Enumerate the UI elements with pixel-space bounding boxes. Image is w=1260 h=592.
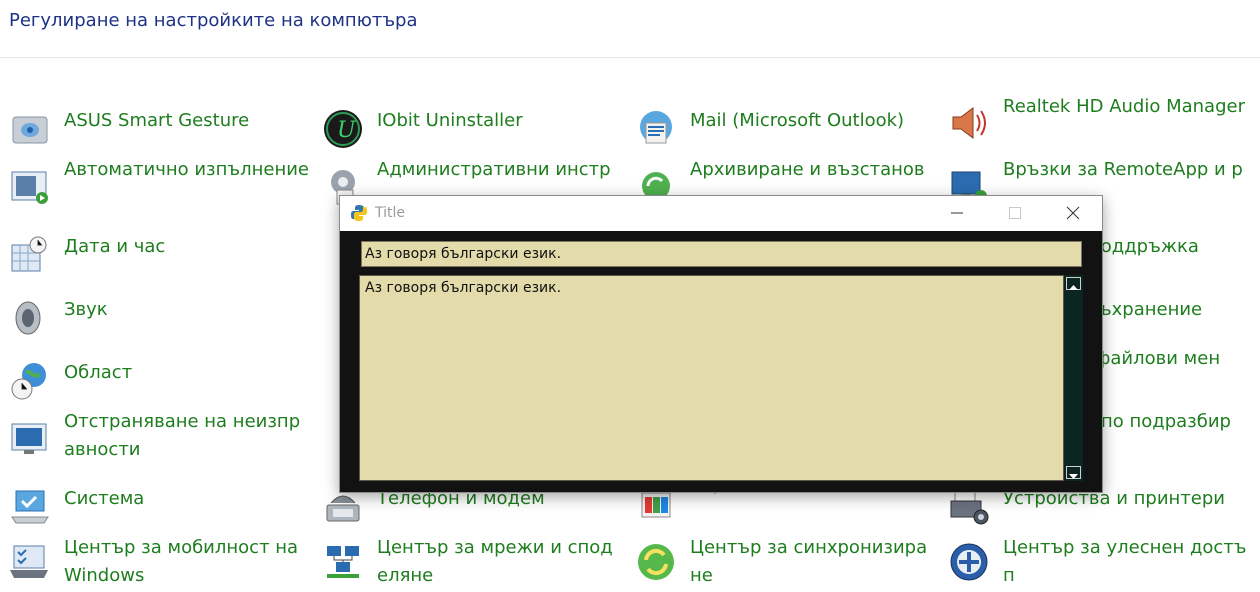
troubleshoot-icon	[10, 418, 52, 460]
mail-icon	[636, 109, 678, 151]
cp-item-label: Административни инстр	[377, 159, 611, 180]
cp-item-troubleshoot[interactable]: Отстраняване на неизправности	[10, 408, 310, 464]
cp-item-devices-printers[interactable]: Устройства и принтери	[949, 485, 1249, 541]
cp-item-label: файлови мен	[1095, 348, 1221, 369]
globe-clock-icon	[10, 361, 52, 403]
cp-item-label: Realtek HD Audio Manager	[1003, 96, 1245, 117]
autoplay-icon	[10, 166, 52, 208]
sync-center-icon	[636, 542, 678, 584]
cp-item-system[interactable]: Система	[10, 485, 310, 541]
phone-modem-icon	[323, 487, 365, 529]
window-client-area: Аз говоря български език. Аз говоря бълг…	[340, 231, 1102, 492]
cp-item-label: Архивиране и възстанов	[690, 159, 925, 180]
cp-item-mail[interactable]: Mail (Microsoft Outlook)	[636, 107, 936, 163]
maximize-icon	[1009, 207, 1021, 219]
cp-item-autoplay[interactable]: Автоматично изпълнение	[10, 156, 310, 212]
arrow-down-icon	[1069, 474, 1078, 479]
cp-item-sync-center[interactable]: Център за синхронизиране	[636, 534, 936, 590]
close-icon	[1066, 206, 1080, 220]
minimize-icon	[951, 212, 963, 214]
cp-item-phone-modem[interactable]: Телефон и модем	[323, 485, 623, 541]
calendar-clock-icon	[10, 235, 52, 277]
ease-of-access-icon	[949, 542, 991, 584]
scroll-down-button[interactable]	[1066, 466, 1081, 479]
vertical-scrollbar[interactable]	[1064, 275, 1083, 481]
cp-item-asus-smart-gesture[interactable]: ASUS Smart Gesture	[10, 107, 310, 163]
cp-item-label: Дата и час	[64, 236, 166, 257]
app-window: Title Аз говоря български език. Аз говор…	[339, 195, 1103, 493]
cp-item-sound[interactable]: Звук	[10, 296, 310, 352]
cp-item-label: Mail (Microsoft Outlook)	[690, 110, 905, 131]
cp-item-label: Център за мрежи и споделяне	[377, 537, 613, 586]
window-title: Title	[375, 205, 406, 221]
cp-item-label: Център за мобилност на Windows	[64, 537, 299, 586]
scroll-up-button[interactable]	[1066, 277, 1081, 290]
cp-item-label: поддръжка	[1089, 236, 1199, 257]
cp-item-date-time[interactable]: Дата и час	[10, 233, 310, 289]
network-icon	[323, 542, 365, 584]
system-icon	[10, 487, 52, 529]
cp-item-realtek-audio[interactable]: Realtek HD Audio Manager	[949, 93, 1249, 149]
maximize-button[interactable]	[986, 196, 1044, 230]
speaker-icon	[949, 103, 991, 145]
touchpad-icon	[10, 109, 52, 151]
cp-item-label: ASUS Smart Gesture	[64, 110, 250, 131]
cp-item-label: IObit Uninstaller	[377, 110, 523, 131]
iobit-uninstaller-icon: U	[323, 109, 365, 151]
cp-item-region[interactable]: Област	[10, 359, 310, 415]
cp-item-ease-of-access[interactable]: Център за улеснен достъп	[949, 534, 1249, 590]
cp-item-label: съхранение	[1089, 299, 1203, 320]
cp-item-label: Център за улеснен достъп	[1003, 537, 1247, 586]
cp-item-network-center[interactable]: Център за мрежи и споделяне	[323, 534, 623, 590]
cp-item-label: Автоматично изпълнение	[64, 159, 309, 180]
cp-item-label: Център за синхронизиране	[690, 537, 928, 586]
minimize-button[interactable]	[928, 196, 986, 230]
cp-item-mobility-center[interactable]: Център за мобилност на Windows	[10, 534, 310, 590]
cp-item-label: Система	[64, 488, 145, 509]
cp-item-label: Звук	[64, 299, 108, 320]
entry-field[interactable]: Аз говоря български език.	[361, 241, 1082, 267]
arrow-up-icon	[1069, 285, 1078, 290]
cp-item-iobit-uninstaller[interactable]: U IObit Uninstaller	[323, 107, 623, 163]
close-button[interactable]	[1044, 196, 1102, 230]
python-icon	[350, 204, 368, 222]
text-area[interactable]: Аз говоря български език.	[359, 275, 1064, 481]
svg-text:U: U	[337, 118, 357, 143]
printer-icon	[949, 487, 991, 529]
mobility-center-icon	[10, 542, 52, 584]
header-divider	[0, 57, 1260, 58]
page-title: Регулиране на настройките на компютъра	[9, 10, 418, 31]
cp-item-label: по подразбир	[1101, 411, 1231, 432]
cp-item-label: Връзки за RemoteApp и р	[1003, 159, 1243, 180]
window-titlebar[interactable]: Title	[340, 196, 1102, 230]
cp-item-label: Отстраняване на неизправности	[64, 411, 301, 460]
cp-item-label: Област	[64, 362, 133, 383]
sound-icon	[10, 298, 52, 340]
